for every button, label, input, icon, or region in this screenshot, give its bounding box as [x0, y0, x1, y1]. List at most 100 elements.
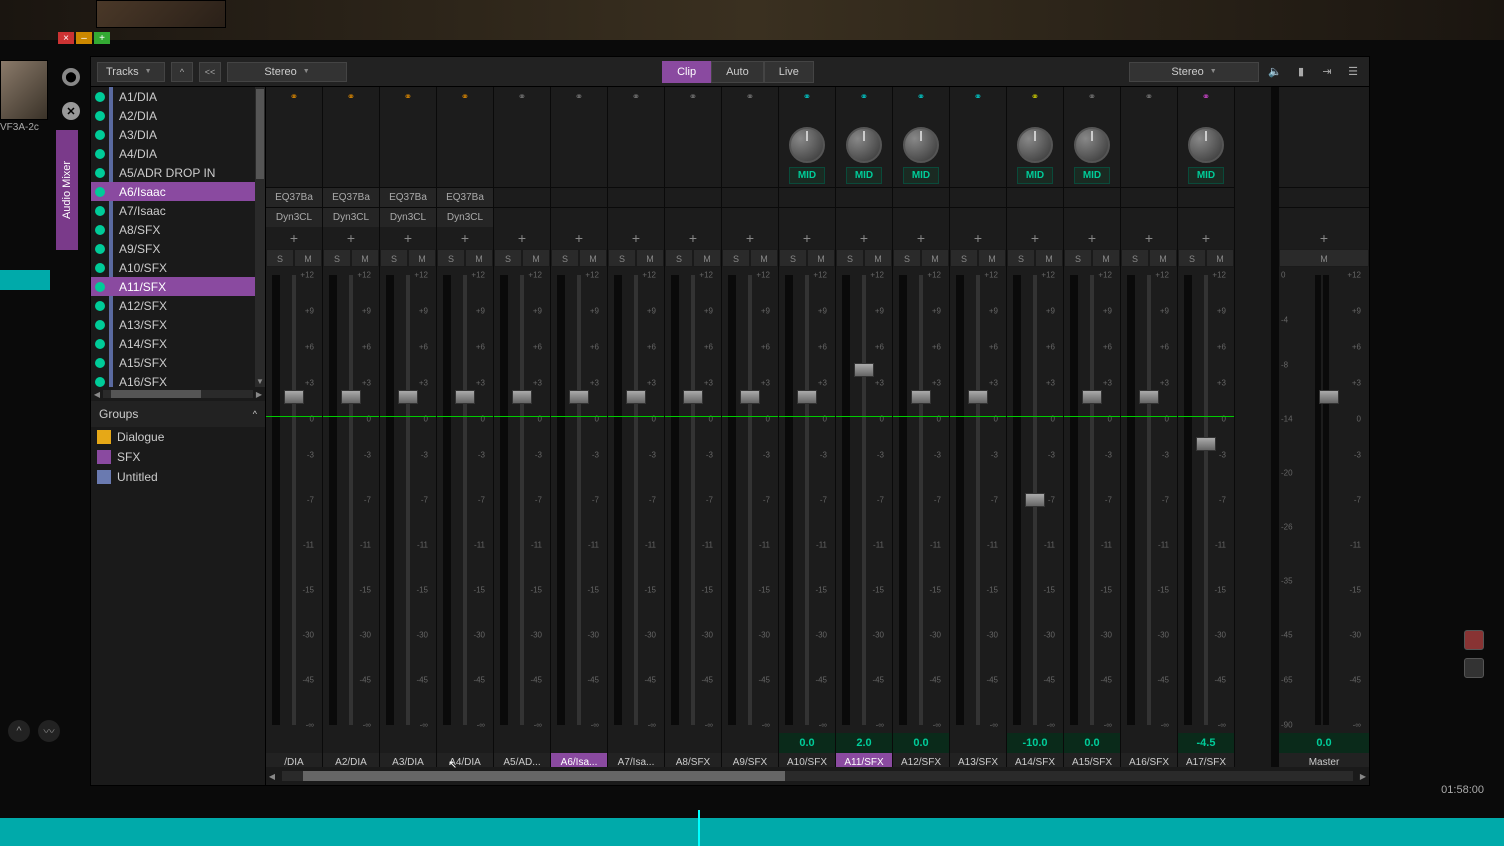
insert-eq[interactable]: EQ37Ba — [266, 187, 322, 207]
mute-button[interactable]: M — [921, 249, 949, 267]
insert-dyn[interactable] — [494, 207, 550, 227]
track-row-A1/DIA[interactable]: A1/DIA — [91, 87, 255, 106]
solo-button[interactable]: S — [779, 249, 807, 267]
group-row-SFX[interactable]: SFX — [91, 447, 265, 467]
link-icon[interactable]: ⚭ — [494, 87, 550, 107]
insert-eq[interactable] — [836, 187, 892, 207]
solo-button[interactable]: S — [950, 249, 978, 267]
gain-value[interactable] — [323, 733, 379, 753]
master-mute-button[interactable]: M — [1279, 249, 1369, 267]
tracks-dropdown[interactable]: Tracks — [97, 62, 165, 82]
fader-knob[interactable] — [512, 390, 532, 404]
solo-button[interactable]: S — [437, 249, 465, 267]
track-enable-dot[interactable] — [95, 92, 105, 102]
mute-button[interactable]: M — [1149, 249, 1177, 267]
add-insert-button[interactable]: + — [323, 227, 379, 249]
fader[interactable]: +12+9+6+30-3-7-11-15-30-45-∞ — [836, 267, 892, 733]
solo-button[interactable]: S — [323, 249, 351, 267]
insert-dyn[interactable] — [1178, 207, 1234, 227]
fader[interactable]: +12+9+6+30-3-7-11-15-30-45-∞ — [323, 267, 379, 733]
gain-value[interactable] — [494, 733, 550, 753]
link-icon[interactable]: ⚭ — [1121, 87, 1177, 107]
fader-knob[interactable] — [341, 390, 361, 404]
master-gain-value[interactable]: 0.0 — [1279, 733, 1369, 753]
tracklist-hscroll[interactable]: ◀ ▶ — [91, 387, 265, 401]
insert-eq[interactable] — [665, 187, 721, 207]
insert-eq[interactable] — [494, 187, 550, 207]
fader[interactable]: +12+9+6+30-3-7-11-15-30-45-∞ — [722, 267, 778, 733]
gain-value[interactable] — [608, 733, 664, 753]
insert-dyn[interactable]: Dyn3CL — [266, 207, 322, 227]
insert-dyn[interactable] — [551, 207, 607, 227]
fader-knob[interactable] — [683, 390, 703, 404]
playhead[interactable] — [698, 810, 700, 846]
add-insert-button[interactable]: + — [551, 227, 607, 249]
ch-scroll-right-icon[interactable]: ▶ — [1357, 772, 1369, 781]
master-add-insert-button[interactable]: + — [1279, 227, 1369, 249]
add-insert-button[interactable]: + — [1121, 227, 1177, 249]
fader-knob[interactable] — [455, 390, 475, 404]
track-enable-dot[interactable] — [95, 206, 105, 216]
mute-button[interactable]: M — [1092, 249, 1120, 267]
insert-eq[interactable]: EQ37Ba — [380, 187, 436, 207]
gain-value[interactable] — [551, 733, 607, 753]
groups-collapse-icon[interactable]: ^ — [253, 409, 257, 419]
fader[interactable]: +12+9+6+30-3-7-11-15-30-45-∞ — [437, 267, 493, 733]
mid-button[interactable]: MID — [1074, 167, 1110, 184]
mute-button[interactable]: M — [465, 249, 493, 267]
add-insert-button[interactable]: + — [722, 227, 778, 249]
pan-knob[interactable] — [1017, 127, 1053, 163]
io-icon[interactable]: ⇥ — [1317, 63, 1337, 81]
insert-eq[interactable] — [1121, 187, 1177, 207]
track-enable-dot[interactable] — [95, 301, 105, 311]
mute-button[interactable]: M — [579, 249, 607, 267]
grid-icon[interactable] — [1464, 658, 1484, 678]
groups-header[interactable]: Groups ^ — [91, 401, 265, 427]
mute-button[interactable]: M — [408, 249, 436, 267]
insert-eq[interactable] — [779, 187, 835, 207]
insert-eq[interactable] — [551, 187, 607, 207]
track-enable-dot[interactable] — [95, 187, 105, 197]
fader-knob[interactable] — [797, 390, 817, 404]
meter-icon[interactable]: ▮ — [1291, 63, 1311, 81]
insert-dyn[interactable] — [722, 207, 778, 227]
format-right-dropdown[interactable]: Stereo — [1129, 62, 1259, 82]
pan-knob[interactable] — [903, 127, 939, 163]
add-insert-button[interactable]: + — [1007, 227, 1063, 249]
solo-button[interactable]: S — [551, 249, 579, 267]
collapse-up-button[interactable]: ^ — [171, 62, 193, 82]
track-row-A7/Isaac[interactable]: A7/Isaac — [91, 201, 255, 220]
track-row-A5/ADR DROP IN[interactable]: A5/ADR DROP IN — [91, 163, 255, 182]
track-enable-dot[interactable] — [95, 111, 105, 121]
solo-button[interactable]: S — [836, 249, 864, 267]
fader[interactable]: +12+9+6+30-3-7-11-15-30-45-∞ — [608, 267, 664, 733]
tracklist-scrollbar[interactable]: ▲ ▼ — [255, 87, 265, 387]
channels-hscroll[interactable]: ◀ ▶ — [266, 767, 1369, 785]
link-icon[interactable]: ⚭ — [722, 87, 778, 107]
fader[interactable]: +12+9+6+30-3-7-11-15-30-45-∞ — [494, 267, 550, 733]
track-row-A2/DIA[interactable]: A2/DIA — [91, 106, 255, 125]
gain-value[interactable]: 2.0 — [836, 733, 892, 753]
gain-value[interactable]: 0.0 — [893, 733, 949, 753]
link-icon[interactable]: ⚭ — [1064, 87, 1120, 107]
track-row-A3/DIA[interactable]: A3/DIA — [91, 125, 255, 144]
fader-knob[interactable] — [626, 390, 646, 404]
record-marker-icon[interactable] — [1464, 630, 1484, 650]
solo-button[interactable]: S — [266, 249, 294, 267]
track-row-A12/SFX[interactable]: A12/SFX — [91, 296, 255, 315]
link-icon[interactable]: ⚭ — [1178, 87, 1234, 107]
solo-button[interactable]: S — [494, 249, 522, 267]
solo-button[interactable]: S — [722, 249, 750, 267]
mute-button[interactable]: M — [294, 249, 322, 267]
speaker-icon[interactable]: 🔈 — [1265, 63, 1285, 81]
gain-value[interactable] — [722, 733, 778, 753]
add-insert-button[interactable]: + — [437, 227, 493, 249]
fader-knob[interactable] — [284, 390, 304, 404]
add-insert-button[interactable]: + — [665, 227, 721, 249]
fader-knob[interactable] — [740, 390, 760, 404]
hscroll-right-icon[interactable]: ▶ — [253, 390, 265, 399]
track-row-A16/SFX[interactable]: A16/SFX — [91, 372, 255, 387]
fader[interactable]: +12+9+6+30-3-7-11-15-30-45-∞ — [1064, 267, 1120, 733]
window-minimize-button[interactable]: – — [76, 32, 92, 44]
window-close-button[interactable]: × — [58, 32, 74, 44]
